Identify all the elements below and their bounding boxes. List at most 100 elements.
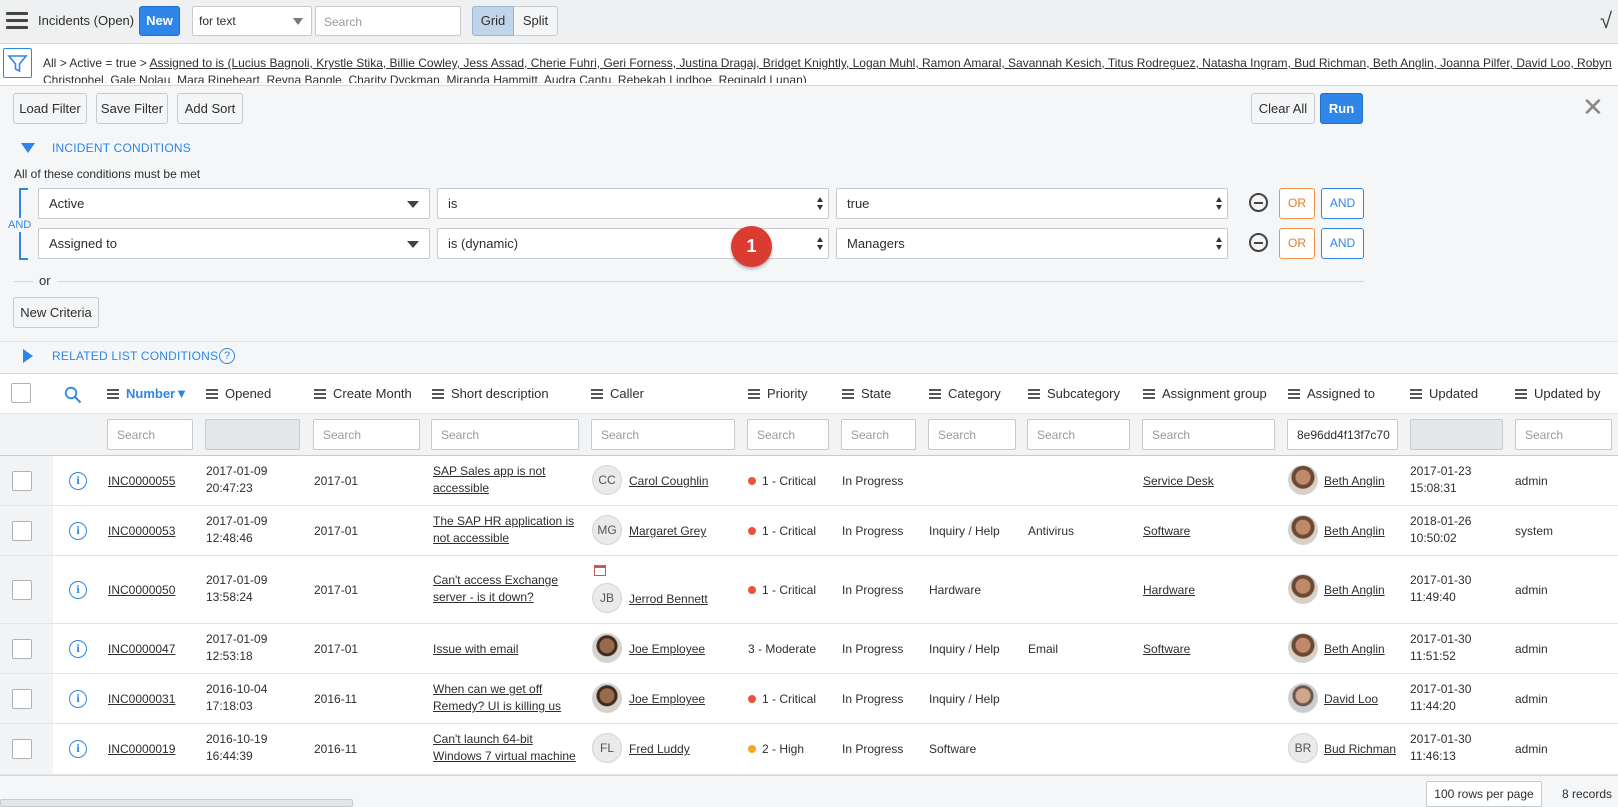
column-category[interactable]: Category [929,386,1001,401]
search-icon[interactable] [64,386,82,404]
collapse-icon[interactable] [21,143,35,153]
expand-icon[interactable] [23,349,33,363]
condition-operator-select[interactable]: is [437,188,829,219]
row-checkbox[interactable] [12,739,32,759]
search-updated-input[interactable] [1410,419,1503,450]
column-short-description[interactable]: Short description [432,386,549,401]
funnel-icon[interactable] [3,48,32,78]
assigned-to-link[interactable]: David Loo [1324,691,1378,708]
incident-number-link[interactable]: INC0000055 [108,473,175,490]
condition-value-select[interactable]: true [836,188,1228,219]
search-input[interactable]: Search [315,6,461,36]
breadcrumb-active[interactable]: Active = true [69,56,136,70]
search-assignment-group-input[interactable]: Search [1142,419,1275,450]
row-checkbox[interactable] [12,471,32,491]
info-icon[interactable]: i [69,472,87,490]
caller-link[interactable]: Jerrod Bennett [629,591,708,608]
column-menu-icon[interactable] [107,389,119,399]
caller-link[interactable]: Carol Coughlin [629,473,708,490]
new-criteria-button[interactable]: New Criteria [13,297,99,328]
column-updated-by[interactable]: Updated by [1515,386,1601,401]
close-icon[interactable]: ✕ [1582,94,1604,120]
related-list-conditions-title[interactable]: RELATED LIST CONDITIONS [52,349,218,363]
assigned-to-link[interactable]: Beth Anglin [1324,641,1385,658]
column-menu-icon[interactable] [1288,389,1300,399]
remove-condition-icon[interactable] [1249,193,1268,212]
column-create-month[interactable]: Create Month [314,386,412,401]
column-menu-icon[interactable] [1028,389,1040,399]
info-icon[interactable]: i [69,640,87,658]
select-all-checkbox[interactable] [11,383,31,403]
short-description-link-line2[interactable]: server - is it down? [433,589,534,606]
search-caller-input[interactable]: Search [591,419,735,450]
search-field-select[interactable]: for text [192,6,312,36]
info-icon[interactable]: i [69,522,87,540]
caller-link[interactable]: Joe Employee [629,691,705,708]
column-menu-icon[interactable] [748,389,760,399]
row-checkbox[interactable] [12,689,32,709]
short-description-link[interactable]: Can't access Exchange [433,572,558,589]
rows-per-page-button[interactable]: 100 rows per page [1426,781,1542,807]
search-number-input[interactable]: Search [107,419,193,450]
add-sort-button[interactable]: Add Sort [177,93,243,124]
condition-field-select[interactable]: Active [38,188,430,219]
assignment-group-link[interactable]: Service Desk [1143,473,1214,490]
clear-all-button[interactable]: Clear All [1251,93,1315,124]
assigned-to-link[interactable]: Bud Richman [1324,741,1396,758]
assigned-to-link[interactable]: Beth Anglin [1324,582,1385,599]
assigned-to-link[interactable]: Beth Anglin [1324,473,1385,490]
column-priority[interactable]: Priority [748,386,807,401]
search-opened-input[interactable] [205,419,300,450]
incident-conditions-title[interactable]: INCIDENT CONDITIONS [52,141,191,155]
row-checkbox[interactable] [12,521,32,541]
info-icon[interactable]: i [69,581,87,599]
row-checkbox[interactable] [12,580,32,600]
load-filter-button[interactable]: Load Filter [13,93,87,124]
column-assigned-to[interactable]: Assigned to [1288,386,1375,401]
column-menu-icon[interactable] [314,389,326,399]
assignment-group-link[interactable]: Software [1143,523,1190,540]
column-menu-icon[interactable] [206,389,218,399]
column-number[interactable]: Number▼ [107,386,188,401]
assignment-group-link[interactable]: Software [1143,641,1190,658]
column-subcategory[interactable]: Subcategory [1028,386,1120,401]
search-assigned-to-input[interactable]: 8e96dd4f13f7c70 [1287,419,1398,450]
column-menu-icon[interactable] [432,389,444,399]
column-menu-icon[interactable] [929,389,941,399]
column-menu-icon[interactable] [591,389,603,399]
incident-number-link[interactable]: INC0000019 [108,741,175,758]
info-icon[interactable]: i [69,690,87,708]
short-description-link[interactable]: When can we get off [433,681,542,698]
or-button[interactable]: OR [1279,188,1315,219]
column-menu-icon[interactable] [1143,389,1155,399]
short-description-link[interactable]: Can't launch 64-bit [433,731,533,748]
grid-view-button[interactable]: Grid [472,6,514,36]
search-priority-input[interactable]: Search [747,419,829,450]
search-updated-by-input[interactable]: Search [1515,419,1612,450]
short-description-link-line2[interactable]: Windows 7 virtual machine [433,748,576,765]
short-description-link[interactable]: The SAP HR application is [433,513,574,530]
search-state-input[interactable]: Search [841,419,916,450]
new-button[interactable]: New [139,6,180,36]
save-filter-button[interactable]: Save Filter [96,93,168,124]
remove-condition-icon[interactable] [1249,233,1268,252]
search-subcategory-input[interactable]: Search [1027,419,1130,450]
short-description-link-line2[interactable]: not accessible [433,530,509,547]
column-opened[interactable]: Opened [206,386,271,401]
short-description-link[interactable]: SAP Sales app is not [433,463,546,480]
caller-link[interactable]: Margaret Grey [629,523,706,540]
short-description-link[interactable]: Issue with email [433,641,518,658]
help-icon[interactable]: ? [219,348,235,364]
incident-number-link[interactable]: INC0000050 [108,582,175,599]
assignment-group-link[interactable]: Hardware [1143,582,1195,599]
column-menu-icon[interactable] [842,389,854,399]
column-caller[interactable]: Caller [591,386,644,401]
incident-number-link[interactable]: INC0000031 [108,691,175,708]
and-button[interactable]: AND [1321,228,1364,259]
assigned-to-link[interactable]: Beth Anglin [1324,523,1385,540]
checkmark-icon[interactable]: √ [1600,8,1612,34]
column-updated[interactable]: Updated [1410,386,1478,401]
column-assignment-group[interactable]: Assignment group [1143,386,1267,401]
short-description-link-line2[interactable]: accessible [433,480,489,497]
incident-number-link[interactable]: INC0000047 [108,641,175,658]
